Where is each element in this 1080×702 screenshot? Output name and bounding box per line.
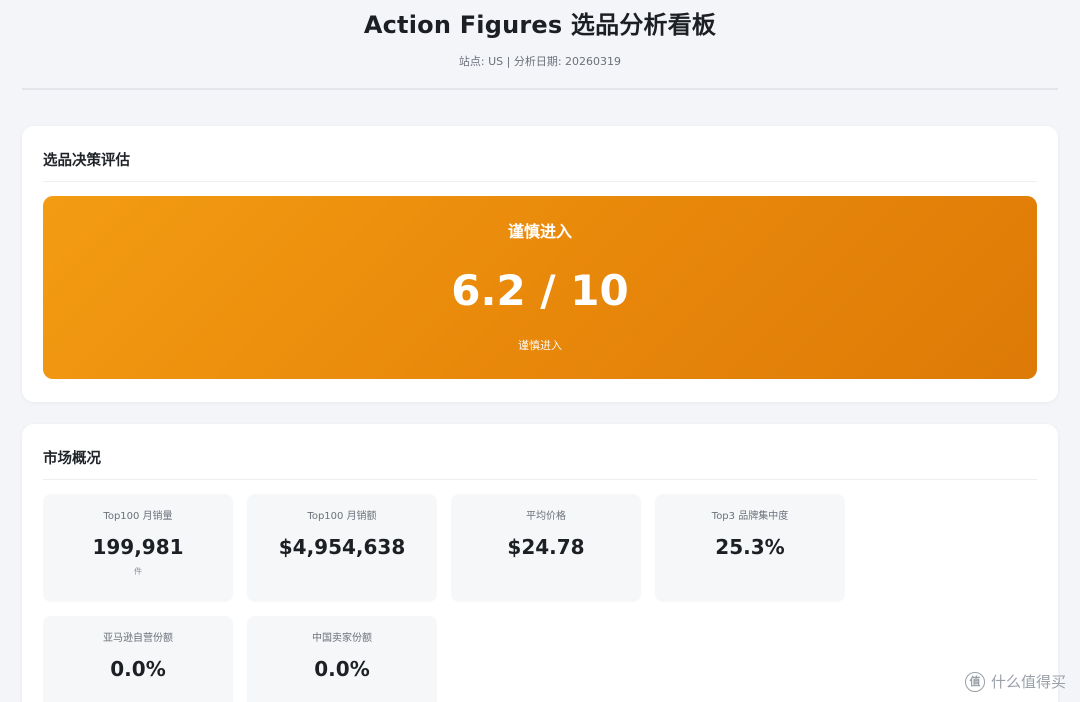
- metric-label: Top3 品牌集中度: [711, 511, 789, 522]
- watermark: 值 什么值得买: [964, 671, 1066, 692]
- metric-label: Top100 月销量: [103, 511, 173, 522]
- market-section-title: 市场概况: [43, 424, 1037, 480]
- metric-label: 平均价格: [526, 511, 566, 522]
- decision-banner: 谨慎进入 6.2 / 10 谨慎进入: [43, 196, 1037, 379]
- metrics-grid: Top100 月销量 199,981 件 Top100 月销额 $4,954,6…: [43, 494, 1037, 702]
- metric-label: 亚马逊自营份额: [103, 633, 173, 644]
- decision-score: 6.2 / 10: [451, 266, 629, 315]
- watermark-text: 什么值得买: [990, 673, 1066, 691]
- metric-value: $4,954,638: [278, 535, 406, 559]
- metric-value: $24.78: [507, 535, 585, 559]
- page-title: Action Figures 选品分析看板: [363, 11, 717, 39]
- decision-card: 选品决策评估 谨慎进入 6.2 / 10 谨慎进入: [22, 126, 1058, 402]
- metric-value: 25.3%: [715, 535, 785, 559]
- decision-note: 谨慎进入: [518, 339, 562, 352]
- watermark-logo-icon: 值: [964, 671, 985, 692]
- page-header: Action Figures 选品分析看板 站点: US | 分析日期: 202…: [22, 0, 1058, 90]
- metric-unit: 件: [134, 567, 142, 576]
- metric-value: 0.0%: [314, 657, 370, 681]
- metric-label: 中国卖家份额: [312, 633, 372, 644]
- metric-amazon-share: 亚马逊自营份额 0.0%: [43, 616, 233, 702]
- decision-section-title: 选品决策评估: [43, 126, 1037, 182]
- market-card: 市场概况 Top100 月销量 199,981 件 Top100 月销额 $4,…: [22, 424, 1058, 702]
- metric-china-seller-share: 中国卖家份额 0.0%: [247, 616, 437, 702]
- metric-top3-brand-concentration: Top3 品牌集中度 25.3%: [655, 494, 845, 602]
- metric-average-price: 平均价格 $24.78: [451, 494, 641, 602]
- dashboard-page: Action Figures 选品分析看板 站点: US | 分析日期: 202…: [0, 0, 1080, 702]
- metric-monthly-revenue: Top100 月销额 $4,954,638: [247, 494, 437, 602]
- metric-label: Top100 月销额: [307, 511, 377, 522]
- metric-value: 0.0%: [110, 657, 166, 681]
- metric-value: 199,981: [92, 535, 184, 559]
- decision-label: 谨慎进入: [507, 222, 572, 241]
- metric-monthly-sales: Top100 月销量 199,981 件: [43, 494, 233, 602]
- page-subtitle: 站点: US | 分析日期: 20260319: [458, 55, 622, 68]
